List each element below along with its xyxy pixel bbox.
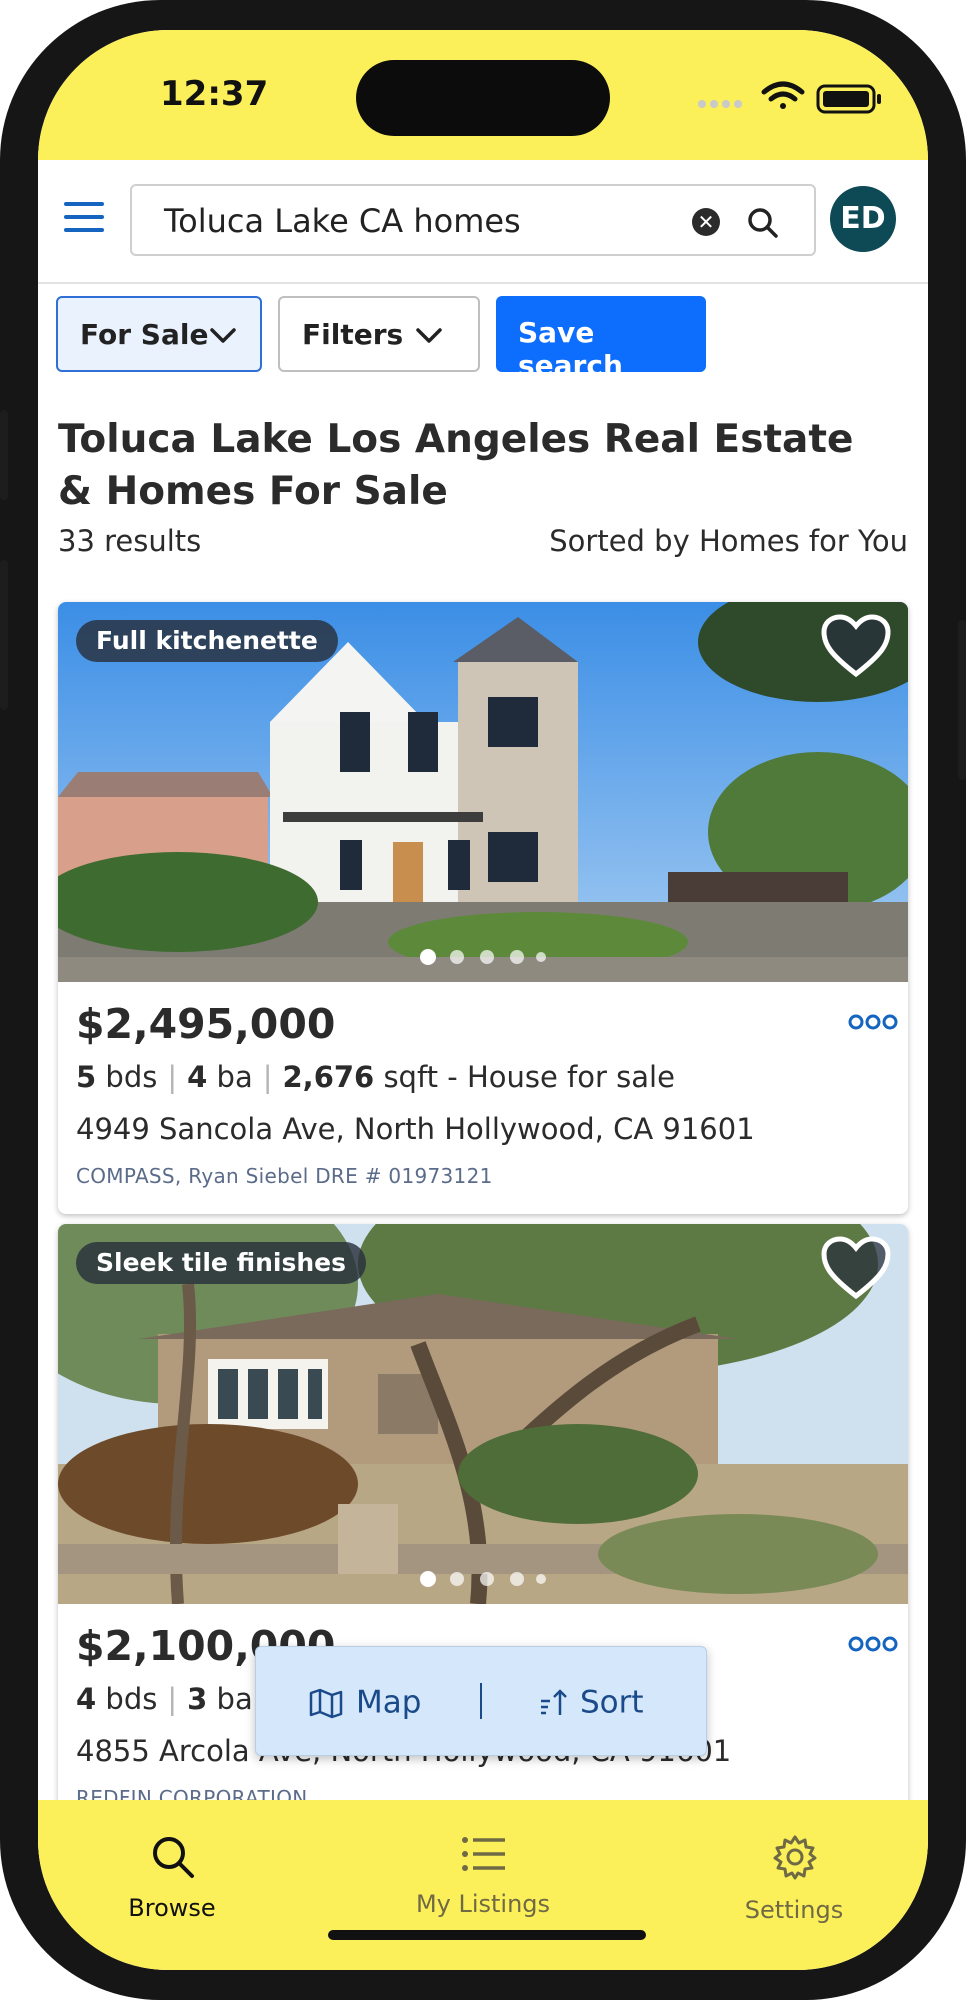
pagination-dot[interactable]: [510, 950, 524, 964]
status-time: 12:37: [160, 74, 269, 114]
photo-pagination[interactable]: [408, 946, 558, 968]
hamburger-menu-icon[interactable]: [64, 202, 104, 238]
map-sort-toolbar: Map Sort: [255, 1646, 707, 1756]
pagination-dot[interactable]: [450, 1572, 464, 1586]
toolbar-divider: [480, 1683, 482, 1719]
baths-unit: ba: [216, 1682, 253, 1716]
listing-feature-tag: Full kitchenette: [76, 620, 338, 662]
listing-facts: 4 bds | 3 ba: [76, 1682, 253, 1716]
pagination-dot[interactable]: [420, 1571, 436, 1587]
sort-label: Sort: [580, 1684, 644, 1721]
page-title: Toluca Lake Los Angeles Real Estate & Ho…: [58, 417, 854, 514]
save-search-label: Save search: [518, 316, 623, 382]
map-label: Map: [356, 1684, 422, 1721]
search-icon: [153, 1837, 194, 1878]
wifi-icon: [761, 81, 805, 109]
for-sale-label: For Sale: [80, 318, 209, 351]
sort-button[interactable]: Sort: [538, 1683, 644, 1721]
cellular-signal-icon: [698, 100, 742, 108]
tab-browse[interactable]: Browse: [72, 1800, 272, 1940]
listing-address: 4949 Sancola Ave, North Hollywood, CA 91…: [76, 1112, 755, 1146]
listing-photo[interactable]: Full kitchenette: [58, 602, 908, 982]
tab-settings[interactable]: Settings: [694, 1800, 894, 1940]
search-input[interactable]: Toluca Lake CA homes ✕: [130, 184, 816, 256]
map-icon: [309, 1688, 343, 1718]
status-bar: 12:37: [38, 30, 928, 160]
for-sale-dropdown[interactable]: For Sale: [56, 296, 262, 372]
clear-icon[interactable]: ✕: [692, 208, 720, 236]
listing-broker: COMPASS, Ryan Siebel DRE # 01973121: [76, 1164, 493, 1188]
chevron-down-icon: [210, 328, 236, 343]
pagination-dot[interactable]: [480, 950, 494, 964]
gear-icon: [773, 1835, 817, 1880]
volume-down-button: [0, 560, 8, 710]
map-button[interactable]: Map: [308, 1683, 421, 1721]
beds-value: 4: [76, 1682, 97, 1716]
sqft-unit: sqft - House for sale: [383, 1060, 675, 1094]
pagination-dot[interactable]: [536, 1574, 546, 1584]
search-icon[interactable]: [746, 206, 780, 240]
search-header: Toluca Lake CA homes ✕ ED: [38, 160, 928, 284]
pagination-dot[interactable]: [450, 950, 464, 964]
listing-photo[interactable]: Sleek tile finishes: [58, 1224, 908, 1604]
battery-icon: [816, 84, 881, 114]
phone-frame: 12:37 Toluca Lake CA homes ✕ ED For Sale…: [0, 0, 966, 2000]
bottom-tab-bar: Browse My Listings Settings: [38, 1800, 928, 1970]
beds-unit: bds: [105, 1060, 158, 1094]
filters-label: Filters: [302, 318, 404, 351]
dynamic-island: [356, 60, 610, 136]
status-icons: [668, 78, 908, 118]
filters-dropdown[interactable]: Filters: [278, 296, 480, 372]
beds-value: 5: [76, 1060, 97, 1094]
favorite-heart-icon[interactable]: [820, 614, 892, 680]
baths-value: 4: [187, 1060, 208, 1094]
chevron-down-icon: [416, 328, 442, 343]
more-options-icon[interactable]: [848, 1012, 898, 1032]
sort-order-label[interactable]: Sorted by Homes for You: [549, 524, 908, 558]
filter-bar: For Sale Filters Save search: [38, 296, 928, 382]
tab-my-listings-label: My Listings: [415, 1890, 551, 1918]
pagination-dot[interactable]: [510, 1572, 524, 1586]
list-icon: [462, 1837, 505, 1871]
baths-value: 3: [187, 1682, 208, 1716]
listing-card[interactable]: Full kitchenette $2,495,000 5 bds | 4 ba…: [58, 602, 908, 1214]
listing-facts: 5 bds | 4 ba | 2,676 sqft - House for sale: [76, 1060, 675, 1094]
listing-feature-tag: Sleek tile finishes: [76, 1242, 366, 1284]
home-indicator[interactable]: [328, 1930, 646, 1940]
screen: 12:37 Toluca Lake CA homes ✕ ED For Sale…: [38, 30, 928, 1970]
tab-my-listings[interactable]: My Listings: [383, 1800, 583, 1940]
more-options-icon[interactable]: [848, 1634, 898, 1654]
avatar[interactable]: ED: [830, 186, 896, 252]
pagination-dot[interactable]: [480, 1572, 494, 1586]
save-search-button[interactable]: Save search: [496, 296, 706, 382]
pagination-dot[interactable]: [536, 952, 546, 962]
volume-up-button: [0, 410, 8, 500]
photo-pagination[interactable]: [408, 1568, 558, 1590]
tab-browse-label: Browse: [128, 1894, 216, 1922]
baths-unit: ba: [216, 1060, 253, 1094]
tab-settings-label: Settings: [744, 1896, 844, 1924]
pagination-dot[interactable]: [420, 949, 436, 965]
results-count: 33 results: [58, 524, 202, 558]
sqft-value: 2,676: [282, 1060, 375, 1094]
power-button: [958, 620, 966, 780]
sort-icon: [541, 1688, 567, 1715]
favorite-heart-icon[interactable]: [820, 1236, 892, 1302]
search-query[interactable]: Toluca Lake CA homes: [164, 202, 521, 240]
listing-price: $2,495,000: [76, 1000, 336, 1048]
beds-unit: bds: [105, 1682, 158, 1716]
